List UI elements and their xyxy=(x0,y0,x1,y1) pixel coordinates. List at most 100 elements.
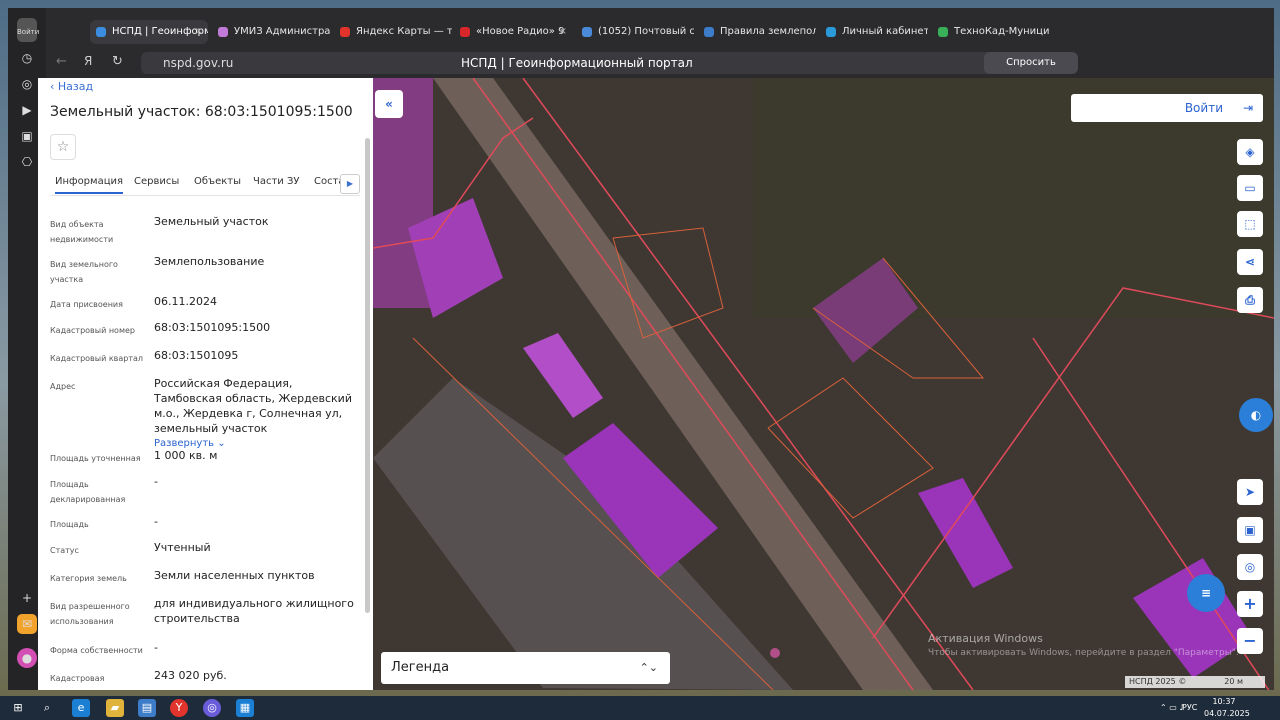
tab-favicon-icon xyxy=(826,27,836,37)
print-icon[interactable]: ⎙ xyxy=(1237,287,1263,313)
attribute-value: Земельный участок xyxy=(154,215,269,228)
attribute-value: - xyxy=(154,641,158,654)
panel-tab-2[interactable]: Объекты xyxy=(194,176,241,187)
clock-date: 04.07.2025 xyxy=(1204,709,1250,718)
panel-title: Земельный участок: 68:03:1501095:1500 xyxy=(50,104,353,120)
panel-tab-3[interactable]: Части ЗУ xyxy=(253,176,300,187)
attribute-key: Дата присвоения xyxy=(50,300,123,309)
yandex-icon[interactable]: Я xyxy=(84,54,92,68)
tab-label: Яндекс Карты — тран xyxy=(356,26,452,37)
minimap-icon[interactable]: ▣ xyxy=(1237,517,1263,543)
select-area-icon[interactable]: ⬚ xyxy=(1237,211,1263,237)
attribute-value: 1 000 кв. м xyxy=(154,449,218,462)
url-field[interactable]: nspd.gov.ru НСПД | Геоинформационный пор… xyxy=(141,52,1021,74)
attribute-value: 68:03:1501095:1500 xyxy=(154,321,271,334)
app2-icon[interactable]: ▦ xyxy=(236,699,254,717)
tab-0[interactable]: НСПД | Геоинформ × xyxy=(90,20,208,44)
app-icon[interactable]: ◎ xyxy=(203,699,221,717)
tab-favicon-icon xyxy=(938,27,948,37)
tab-label: ТехноКад-Муниципал xyxy=(954,26,1050,37)
tab-favicon-icon xyxy=(96,27,106,37)
attribute-value: Учтенный xyxy=(154,541,211,554)
credit-text: НСПД 2025 © xyxy=(1129,677,1187,686)
zoom-out-button[interactable]: − xyxy=(1237,628,1263,654)
attribute-value: для индивидуального жилищного строительс… xyxy=(154,597,354,625)
attribute-key: Площадь декларированная xyxy=(50,480,126,504)
zoom-out-label: − xyxy=(1243,631,1257,650)
attribute-key: Вид объекта недвижимости xyxy=(50,220,114,244)
downloads-icon[interactable]: ▣ xyxy=(17,126,37,146)
tray-icons[interactable]: ⌃ ▭ ♪ xyxy=(1160,702,1184,714)
ask-button[interactable]: Спросить xyxy=(984,52,1078,74)
panel-scrollbar[interactable] xyxy=(365,138,370,613)
nearby-icon[interactable]: ◎ xyxy=(1237,554,1263,580)
back-label: Назад xyxy=(57,80,94,93)
clock-time: 10:37 xyxy=(1212,697,1236,706)
tab-7[interactable]: ТехноКад-Муниципал xyxy=(932,20,1050,44)
back-arrow-icon[interactable]: ← xyxy=(56,54,67,69)
tabs-next-icon[interactable]: ▶ xyxy=(340,174,360,194)
attribute-value: - xyxy=(154,515,158,528)
profile-avatar[interactable]: Войти xyxy=(17,18,40,42)
explorer-icon[interactable]: ▰ xyxy=(106,699,124,717)
attribute-key: Кадастровый номер xyxy=(50,326,135,335)
chat-icon[interactable]: ≡ xyxy=(1187,574,1225,612)
attribute-key: Кадастровая xyxy=(50,674,105,683)
windows-watermark: Активация Windows xyxy=(928,632,1043,645)
assistant-icon[interactable]: ◐ xyxy=(1239,398,1273,432)
zoom-in-label: + xyxy=(1243,594,1257,613)
zoom-in-button[interactable]: + xyxy=(1237,591,1263,617)
attribute-value: 68:03:1501095 xyxy=(154,349,239,362)
tab-label: Правила землепольз xyxy=(720,26,816,37)
add-icon[interactable]: + xyxy=(17,588,37,608)
tab-favicon-icon xyxy=(340,27,350,37)
panel-tab-0[interactable]: Информация xyxy=(55,176,124,194)
reload-icon[interactable]: ↻ xyxy=(112,54,123,69)
tab-4[interactable]: (1052) Почтовый серв xyxy=(576,20,694,44)
attribute-key: Статус xyxy=(50,546,79,555)
search-icon[interactable]: ⌕ xyxy=(38,699,56,717)
video-icon[interactable]: ▶ xyxy=(17,100,37,120)
tab-3[interactable]: «Новое Радио» 9 × xyxy=(454,20,572,44)
close-tab-icon[interactable]: × xyxy=(195,20,203,44)
attribute-key: Площадь уточненная xyxy=(50,454,141,463)
layers-icon[interactable]: ◈ xyxy=(1237,139,1263,165)
login-badge: Войти xyxy=(17,28,40,36)
tab-5[interactable]: Правила землепольз xyxy=(698,20,816,44)
share-icon[interactable]: ⋖ xyxy=(1237,249,1263,275)
collapse-panel-icon[interactable]: « xyxy=(375,90,403,118)
store-icon[interactable]: ▤ xyxy=(138,699,156,717)
tab-strip: НСПД | Геоинформ × УМИЗ Администрац Яндекс … xyxy=(46,18,1274,46)
star-icon[interactable]: ☆ xyxy=(50,134,76,160)
ruler-icon[interactable]: ▭ xyxy=(1237,175,1263,201)
login-button[interactable]: Войти ⇥ xyxy=(1071,94,1263,122)
attribute-key: Категория земель xyxy=(50,574,127,583)
attribute-value: - xyxy=(154,475,158,488)
tab-2[interactable]: Яндекс Карты — тран xyxy=(334,20,452,44)
scale-label: 20 м xyxy=(1224,677,1243,686)
back-link[interactable]: ‹ Назад xyxy=(50,80,93,93)
geolocation-icon[interactable]: ➤ xyxy=(1237,479,1263,505)
screenshot-icon[interactable]: ⎔ xyxy=(17,152,37,172)
attribute-key: Кадастровый квартал xyxy=(50,354,144,363)
edge-icon[interactable]: e xyxy=(72,699,90,717)
ai-icon[interactable]: ◎ xyxy=(17,74,37,94)
map-credit: НСПД 2025 © 20 м xyxy=(1125,676,1265,688)
taskbar: ⊞ ⌕ e ▰ ▤ Y ◎ ▦ ⌃ ▭ ♪ РУС 10:37 04.07.202… xyxy=(0,696,1280,720)
history-icon[interactable]: ◷ xyxy=(17,48,37,68)
yandex-browser-icon[interactable]: Y xyxy=(170,699,188,717)
start-icon[interactable]: ⊞ xyxy=(9,699,27,717)
mail-icon[interactable]: ✉ xyxy=(17,614,37,634)
language-indicator[interactable]: РУС xyxy=(1182,702,1197,714)
clock[interactable]: 10:37 04.07.2025 xyxy=(1204,696,1250,720)
panel-tab-1[interactable]: Сервисы xyxy=(134,176,179,187)
login-label: Войти xyxy=(1184,101,1223,115)
tab-label: Личный кабинет xyxy=(842,26,928,37)
close-tab-icon[interactable]: × xyxy=(559,20,567,44)
alice-icon[interactable]: ● xyxy=(17,648,37,668)
map-view[interactable]: « Войти ⇥ ◈ ▭ ⬚ ⋖ ⎙ ◐ ➤ ▣ ◎ ≡ + − Легенда… xyxy=(373,78,1274,690)
tab-6[interactable]: Личный кабинет xyxy=(820,20,928,44)
legend-dropdown[interactable]: Легенда ⌃⌄ xyxy=(381,652,670,684)
attribute-value: 243 020 руб. xyxy=(154,669,227,682)
tab-1[interactable]: УМИЗ Администрац xyxy=(212,20,330,44)
